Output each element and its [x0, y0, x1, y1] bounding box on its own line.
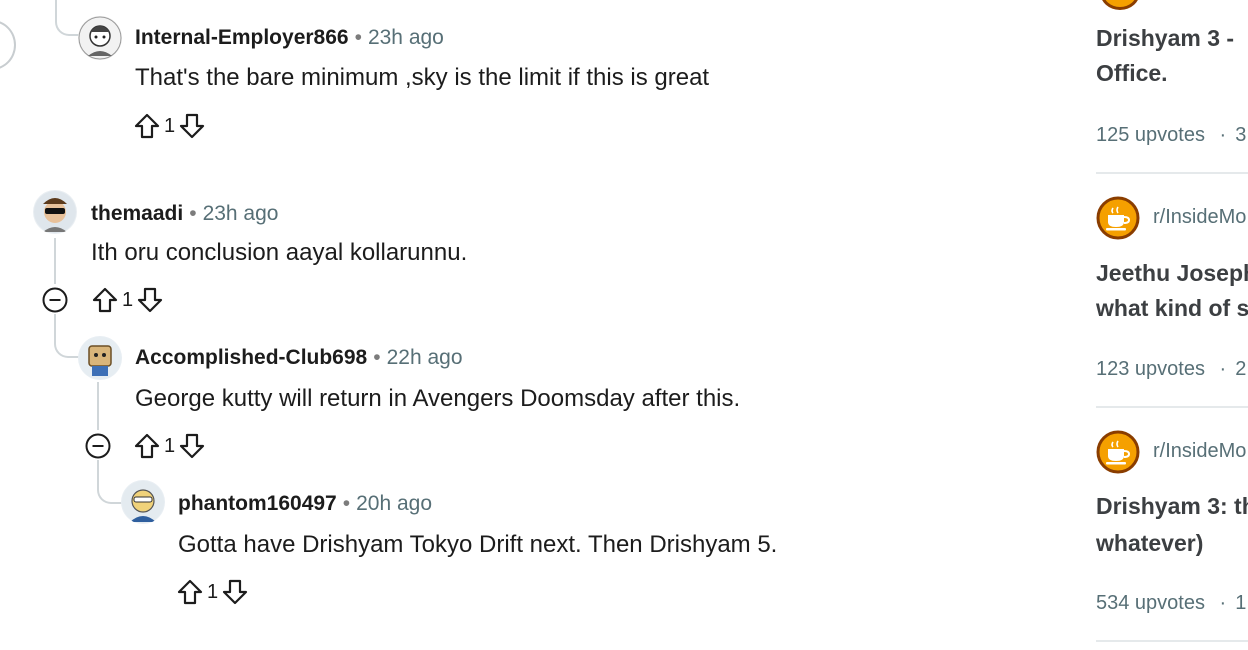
- divider: [1096, 640, 1248, 642]
- comment-actions: 1: [90, 284, 165, 316]
- divider: [1096, 172, 1248, 174]
- comment-meta: Internal-Employer866 • 23h ago: [135, 26, 444, 49]
- divider: [1096, 406, 1248, 408]
- post-title[interactable]: what kind of s: [1096, 291, 1248, 326]
- post-title[interactable]: whatever): [1096, 526, 1203, 561]
- timestamp[interactable]: 22h ago: [387, 346, 463, 369]
- collapse-thread-button[interactable]: [41, 286, 69, 314]
- downvote-icon: [180, 433, 205, 459]
- avatar[interactable]: [78, 16, 122, 60]
- avatar[interactable]: [33, 190, 77, 234]
- thread-line: [97, 382, 99, 430]
- subreddit-icon[interactable]: [1096, 196, 1140, 240]
- minus-circle-icon: [42, 287, 68, 313]
- minus-circle-icon: [85, 433, 111, 459]
- avatar[interactable]: [78, 336, 122, 380]
- upvote-button[interactable]: [132, 110, 162, 142]
- comment-body: Gotta have Drishyam Tokyo Drift next. Th…: [178, 531, 778, 558]
- comment-body: That's the bare minimum ,sky is the limi…: [135, 64, 710, 91]
- vote-score: 1: [122, 288, 134, 311]
- upvote-icon: [134, 433, 160, 459]
- collapse-thread-button[interactable]: [84, 432, 112, 460]
- post-meta: 125 upvotes · 3: [1096, 124, 1247, 146]
- comment-actions: 1: [132, 110, 207, 142]
- upvote-button[interactable]: [90, 284, 120, 316]
- timestamp[interactable]: 23h ago: [203, 202, 279, 225]
- comment-meta: themaadi • 23h ago: [91, 202, 279, 225]
- upvote-icon: [177, 579, 203, 605]
- post-title[interactable]: Jeethu Joseph: [1096, 256, 1248, 291]
- username[interactable]: Internal-Employer866: [135, 26, 349, 49]
- collapse-button-partial[interactable]: [0, 20, 16, 70]
- downvote-button[interactable]: [177, 430, 207, 462]
- username[interactable]: themaadi: [91, 202, 183, 225]
- post-title[interactable]: Drishyam 3: th: [1096, 489, 1248, 524]
- avatar[interactable]: [121, 480, 165, 524]
- vote-score: 1: [164, 114, 176, 137]
- post-meta: 534 upvotes · 1: [1096, 592, 1247, 614]
- post-meta: 123 upvotes · 2: [1096, 358, 1247, 380]
- downvote-icon: [180, 113, 205, 139]
- username[interactable]: phantom160497: [178, 492, 337, 515]
- thread-connector: [55, 0, 81, 36]
- vote-score: 1: [164, 434, 176, 457]
- coffee-cup-icon: [1096, 430, 1140, 474]
- upvote-button[interactable]: [175, 576, 205, 608]
- post-title[interactable]: Drishyam 3 -: [1096, 21, 1234, 56]
- upvote-icon: [92, 287, 118, 313]
- upvote-button[interactable]: [132, 430, 162, 462]
- subreddit-name[interactable]: r/InsideMo: [1153, 206, 1246, 229]
- thread-connector: [54, 314, 80, 358]
- comment-meta: Accomplished-Club698 • 22h ago: [135, 346, 463, 369]
- downvote-icon: [223, 579, 248, 605]
- subreddit-icon[interactable]: [1096, 430, 1140, 474]
- coffee-cup-icon: [1096, 196, 1140, 240]
- subreddit-icon-partial: [1100, 0, 1140, 10]
- post-title[interactable]: Office.: [1096, 56, 1168, 91]
- comment-meta: phantom160497 • 20h ago: [178, 492, 433, 515]
- downvote-button[interactable]: [177, 110, 207, 142]
- thread-line: [54, 238, 56, 284]
- comment-body: Ith oru conclusion aayal kollarunnu.: [91, 239, 468, 266]
- downvote-button[interactable]: [220, 576, 250, 608]
- vote-score: 1: [207, 580, 219, 603]
- timestamp[interactable]: 20h ago: [356, 492, 432, 515]
- comment-actions: 1: [132, 430, 207, 462]
- username[interactable]: Accomplished-Club698: [135, 346, 367, 369]
- upvote-icon: [134, 113, 160, 139]
- comment-body: George kutty will return in Avengers Doo…: [135, 385, 741, 412]
- thread-connector: [97, 460, 123, 504]
- comment-actions: 1: [175, 576, 250, 608]
- downvote-icon: [138, 287, 163, 313]
- downvote-button[interactable]: [135, 284, 165, 316]
- subreddit-name[interactable]: r/InsideMo: [1153, 440, 1246, 463]
- timestamp[interactable]: 23h ago: [368, 26, 444, 49]
